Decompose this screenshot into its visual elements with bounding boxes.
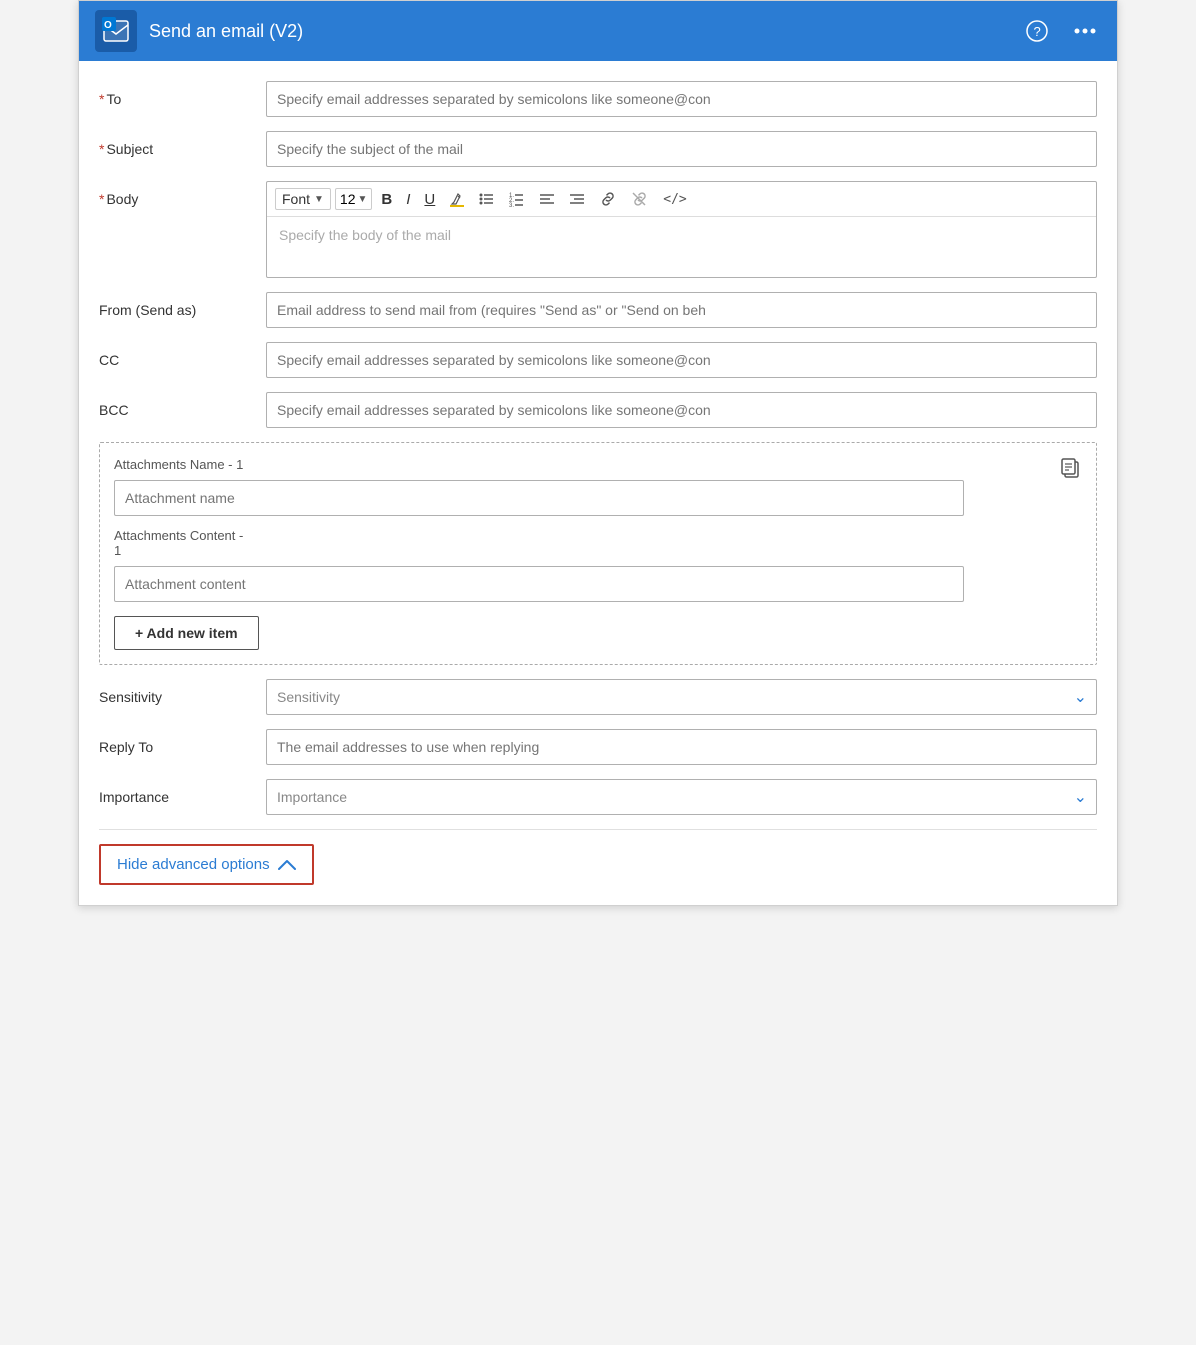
bcc-label: BCC bbox=[99, 392, 254, 418]
from-input[interactable] bbox=[266, 292, 1097, 328]
svg-text:3.: 3. bbox=[509, 203, 514, 207]
cc-label: CC bbox=[99, 342, 254, 368]
body-label: *Body bbox=[99, 181, 254, 207]
divider bbox=[99, 829, 1097, 830]
body-toolbar: Font ▼ 12 ▼ B I U bbox=[267, 182, 1096, 217]
add-item-button[interactable]: + Add new item bbox=[114, 616, 259, 650]
font-label: Font bbox=[282, 191, 310, 207]
font-dropdown-icon: ▼ bbox=[314, 194, 324, 205]
importance-select[interactable]: Importance Normal Low High bbox=[266, 779, 1097, 815]
reply-to-input[interactable] bbox=[266, 729, 1097, 765]
hide-advanced-options-button[interactable]: Hide advanced options bbox=[99, 844, 314, 885]
card-title: Send an email (V2) bbox=[149, 21, 1009, 42]
align-left-button[interactable] bbox=[534, 189, 560, 209]
chevron-up-icon bbox=[278, 859, 296, 871]
email-card: O Send an email (V2) ? bbox=[78, 0, 1118, 906]
to-input[interactable] bbox=[266, 81, 1097, 117]
hide-advanced-label: Hide advanced options bbox=[117, 856, 270, 873]
link-button[interactable] bbox=[594, 189, 622, 209]
to-label: *To bbox=[99, 81, 254, 107]
highlight-button[interactable] bbox=[444, 189, 470, 209]
subject-label: *Subject bbox=[99, 131, 254, 157]
numbered-list-button[interactable]: 1.2.3. bbox=[504, 189, 530, 209]
font-selector[interactable]: Font ▼ bbox=[275, 188, 331, 210]
unlink-button[interactable] bbox=[626, 189, 654, 209]
from-label: From (Send as) bbox=[99, 292, 254, 318]
more-options-button[interactable] bbox=[1069, 15, 1101, 47]
body-content-area[interactable]: Specify the body of the mail bbox=[267, 217, 1096, 277]
attachments-section: Attachments Name - 1 Attachments Content… bbox=[99, 442, 1097, 665]
svg-text:?: ? bbox=[1034, 24, 1041, 39]
body-required-star: * bbox=[99, 191, 104, 207]
font-size-dropdown-icon: ▼ bbox=[358, 194, 368, 205]
font-size-selector[interactable]: 12 ▼ bbox=[335, 188, 372, 210]
body-placeholder: Specify the body of the mail bbox=[279, 227, 451, 243]
code-button[interactable]: </> bbox=[658, 190, 691, 209]
subject-required-star: * bbox=[99, 141, 104, 157]
add-item-label: + Add new item bbox=[135, 625, 238, 641]
reply-to-label: Reply To bbox=[99, 729, 254, 755]
attachments-name-label: Attachments Name - 1 bbox=[114, 457, 1082, 472]
sensitivity-select[interactable]: Sensitivity Normal Personal Private Conf… bbox=[266, 679, 1097, 715]
clone-icon[interactable] bbox=[1060, 457, 1082, 485]
bcc-input[interactable] bbox=[266, 392, 1097, 428]
body-row: *Body Font ▼ 12 ▼ B I U bbox=[99, 181, 1097, 278]
align-right-button[interactable] bbox=[564, 189, 590, 209]
bcc-row: BCC bbox=[99, 392, 1097, 428]
body-editor: Font ▼ 12 ▼ B I U bbox=[266, 181, 1097, 278]
importance-label: Importance bbox=[99, 779, 254, 805]
svg-text:O: O bbox=[104, 20, 112, 31]
sensitivity-label: Sensitivity bbox=[99, 679, 254, 705]
cc-input[interactable] bbox=[266, 342, 1097, 378]
header-actions: ? bbox=[1021, 15, 1101, 47]
attachment-name-input[interactable] bbox=[114, 480, 964, 516]
bold-button[interactable]: B bbox=[376, 189, 397, 210]
form-body: *To *Subject *Body Font ▼ bbox=[79, 61, 1117, 905]
importance-row: Importance Importance Normal Low High ⌄ bbox=[99, 779, 1097, 815]
attachment-content-input[interactable] bbox=[114, 566, 964, 602]
bullet-list-button[interactable] bbox=[474, 189, 500, 209]
card-header: O Send an email (V2) ? bbox=[79, 1, 1117, 61]
attachments-content-label: Attachments Content - 1 bbox=[114, 528, 1082, 558]
from-row: From (Send as) bbox=[99, 292, 1097, 328]
help-button[interactable]: ? bbox=[1021, 15, 1053, 47]
importance-select-wrapper: Importance Normal Low High ⌄ bbox=[266, 779, 1097, 815]
cc-row: CC bbox=[99, 342, 1097, 378]
sensitivity-row: Sensitivity Sensitivity Normal Personal … bbox=[99, 679, 1097, 715]
reply-to-row: Reply To bbox=[99, 729, 1097, 765]
underline-button[interactable]: U bbox=[419, 189, 440, 210]
to-required-star: * bbox=[99, 91, 104, 107]
font-size-value: 12 bbox=[340, 191, 356, 207]
subject-row: *Subject bbox=[99, 131, 1097, 167]
app-icon: O bbox=[95, 10, 137, 52]
italic-button[interactable]: I bbox=[401, 189, 415, 210]
sensitivity-select-wrapper: Sensitivity Normal Personal Private Conf… bbox=[266, 679, 1097, 715]
subject-input[interactable] bbox=[266, 131, 1097, 167]
to-row: *To bbox=[99, 81, 1097, 117]
